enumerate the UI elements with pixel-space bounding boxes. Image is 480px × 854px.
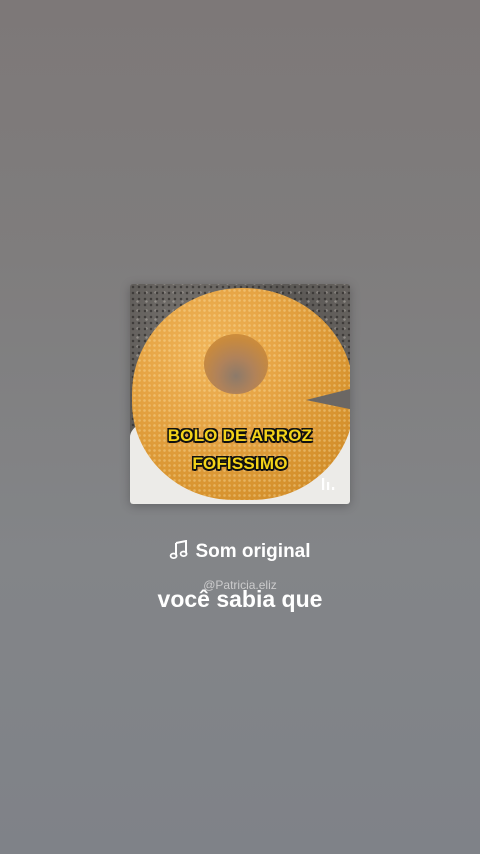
overlay-title-line-1: BOLO DE ARROZ — [167, 426, 313, 445]
bars-icon — [322, 478, 335, 490]
music-note-icon — [170, 539, 188, 559]
video-caption: você sabia que — [157, 586, 323, 612]
original-sound-label[interactable]: Som original — [0, 539, 480, 564]
video-thumbnail[interactable]: BOLO DE ARROZ FOFISSIMO — [130, 284, 350, 504]
sound-label-text: Som original — [195, 541, 311, 562]
overlay-title-line-2: FOFISSIMO — [192, 454, 288, 473]
cake-cut-slice — [306, 388, 350, 410]
cake-center-hole — [204, 334, 268, 394]
